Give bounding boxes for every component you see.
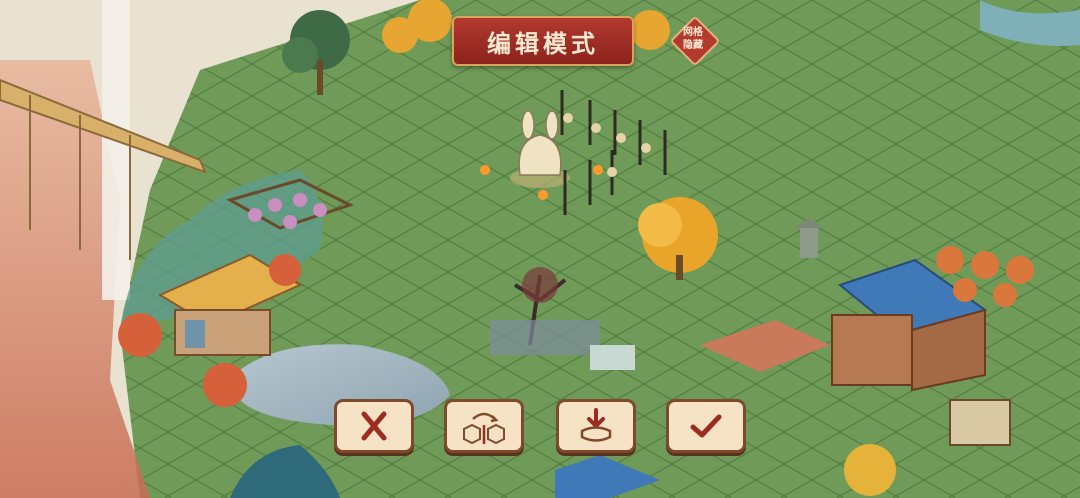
waterfall: [102, 0, 130, 300]
edit-mode-banner: 编辑模式: [452, 16, 634, 66]
isometric-garden-scene[interactable]: [0, 0, 1080, 498]
grid-hide-toggle-button[interactable]: 网格 隐藏: [669, 15, 721, 67]
rotate-button[interactable]: [444, 399, 524, 453]
store-button[interactable]: [556, 399, 636, 453]
checkmark-icon: [690, 414, 722, 438]
store-in-inventory-icon: [580, 408, 612, 442]
grid-toggle-label: 网格 隐藏: [670, 26, 716, 52]
flip-rotate-icon: [463, 412, 505, 445]
cancel-button[interactable]: [334, 399, 414, 453]
confirm-button[interactable]: [666, 399, 746, 453]
grid-toggle-label-line1: 网格: [683, 27, 703, 38]
close-icon: [361, 411, 387, 441]
grid-toggle-label-line2: 隐藏: [683, 40, 703, 51]
edit-mode-title: 编辑模式: [487, 28, 599, 58]
